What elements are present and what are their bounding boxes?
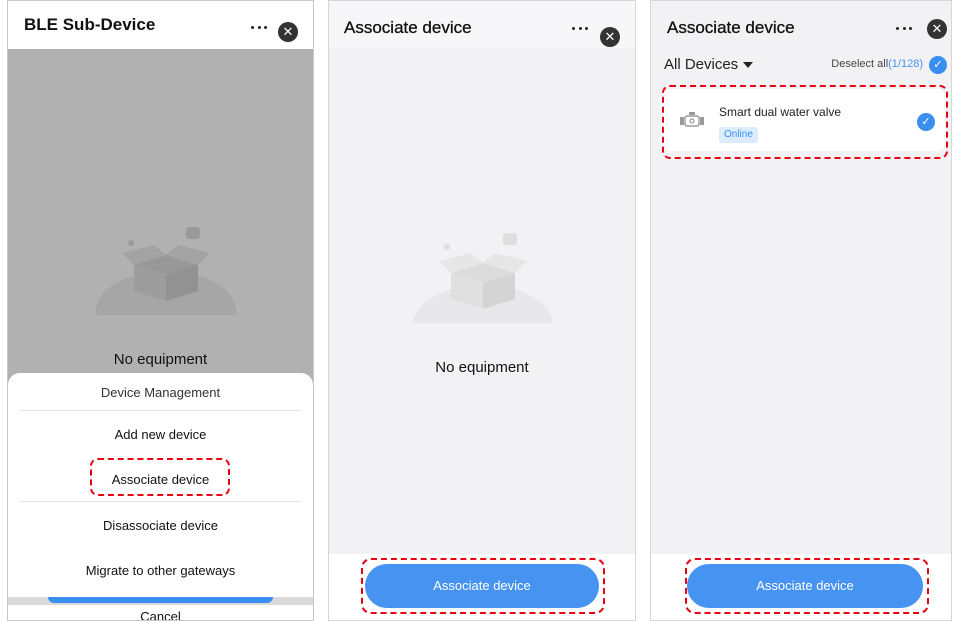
top-bar: BLE Sub-Device ✕: [8, 1, 313, 49]
disassociate-device-option[interactable]: Disassociate device: [8, 518, 313, 533]
empty-state-text: No equipment: [113, 351, 208, 368]
sheet-header: Device Management: [100, 385, 221, 400]
caret-down-icon: [743, 62, 754, 69]
highlight-associate-button: [685, 558, 929, 614]
page-title: Associate device: [344, 18, 472, 37]
close-icon[interactable]: ✕: [600, 27, 620, 47]
close-icon[interactable]: ✕: [927, 19, 947, 39]
more-icon[interactable]: [251, 24, 267, 30]
highlight-associate-button: [361, 558, 605, 614]
button-peek: [48, 597, 273, 603]
add-new-device-option[interactable]: Add new device: [8, 427, 313, 442]
filter-label: All Devices: [664, 56, 739, 73]
highlight-associate-option: [90, 458, 230, 496]
cancel-button[interactable]: Cancel: [8, 609, 313, 620]
device-management-sheet: Device Management Add new device Associa…: [8, 373, 313, 620]
divider: [20, 410, 301, 411]
page-title: BLE Sub-Device: [24, 15, 156, 34]
top-bar: Associate device ✕: [329, 1, 635, 49]
check-all-icon[interactable]: ✓: [929, 56, 947, 74]
deselect-label: Deselect all: [831, 58, 889, 70]
deselect-all-link[interactable]: Deselect all(1/128): [831, 58, 923, 70]
associate-device-empty-screen: Associate device ✕ No equipment Associat…: [328, 0, 636, 621]
divider: [20, 501, 301, 502]
page-title: Associate device: [667, 18, 795, 37]
selection-count: (1/128): [888, 58, 923, 70]
device-filter-dropdown[interactable]: All Devices: [664, 56, 754, 73]
highlight-device-item: [662, 85, 948, 159]
empty-state-text: No equipment: [435, 359, 529, 376]
ble-subdevice-screen: BLE Sub-Device ✕ No equipment Device Man…: [7, 0, 314, 621]
close-icon[interactable]: ✕: [278, 22, 298, 42]
associate-device-list-screen: Associate device ✕ All Devices Deselect …: [650, 0, 952, 621]
more-icon[interactable]: [896, 25, 912, 31]
empty-box-illustration: [96, 227, 236, 315]
migrate-gateways-option[interactable]: Migrate to other gateways: [8, 563, 313, 578]
empty-box-illustration: [413, 233, 553, 323]
more-icon[interactable]: [572, 25, 588, 31]
